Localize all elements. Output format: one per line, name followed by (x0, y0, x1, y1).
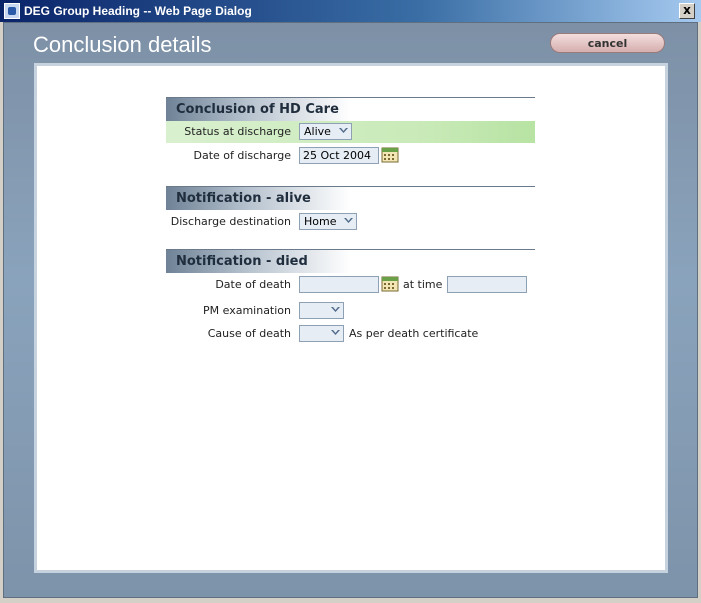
date-of-death-label: Date of death (215, 278, 291, 291)
section-alive-heading: Notification - alive (166, 186, 535, 210)
discharge-destination-select[interactable]: Home (299, 213, 357, 230)
cause-of-death-note: As per death certificate (349, 327, 479, 340)
chevron-down-icon (339, 128, 348, 133)
window-title: DEG Group Heading -- Web Page Dialog (24, 4, 252, 18)
date-of-death-input[interactable] (299, 276, 379, 293)
section-conclusion-heading: Conclusion of HD Care (166, 97, 535, 121)
discharge-destination-row: Discharge destination Home (166, 211, 535, 233)
status-at-discharge-row: Status at discharge Alive (166, 121, 535, 143)
cause-of-death-row: Cause of death As per death certificate (166, 323, 535, 345)
chevron-down-icon (344, 218, 353, 223)
dialog-body: Conclusion details cancel Conclusion of … (3, 22, 698, 598)
page-title: Conclusion details (33, 32, 212, 57)
cause-of-death-label: Cause of death (207, 327, 291, 340)
at-time-label: at time (403, 278, 443, 291)
status-at-discharge-select[interactable]: Alive (299, 123, 352, 140)
date-of-discharge-row: Date of discharge 25 Oct 2004 (166, 145, 535, 167)
status-at-discharge-value: Alive (304, 125, 331, 138)
cancel-button[interactable]: cancel (550, 33, 665, 53)
chevron-down-icon (331, 307, 340, 312)
window-close-button[interactable]: x (679, 3, 695, 19)
calendar-icon[interactable] (381, 275, 399, 292)
pm-examination-select[interactable] (299, 302, 344, 319)
date-of-death-row: Date of death at time (166, 274, 535, 296)
date-of-discharge-label: Date of discharge (193, 149, 292, 162)
discharge-destination-value: Home (304, 215, 337, 228)
app-icon (4, 3, 20, 19)
window-title-bar: DEG Group Heading -- Web Page Dialog x (0, 0, 701, 22)
form-panel: Conclusion of HD Care Status at discharg… (34, 63, 668, 573)
pm-examination-row: PM examination (166, 300, 535, 322)
calendar-icon[interactable] (381, 146, 399, 163)
status-at-discharge-label: Status at discharge (184, 125, 291, 138)
section-died-heading: Notification - died (166, 249, 535, 273)
discharge-destination-label: Discharge destination (170, 215, 291, 228)
pm-examination-label: PM examination (203, 304, 291, 317)
chevron-down-icon (331, 330, 340, 335)
cause-of-death-select[interactable] (299, 325, 344, 342)
time-of-death-input[interactable] (447, 276, 527, 293)
date-of-discharge-input[interactable]: 25 Oct 2004 (299, 147, 379, 164)
